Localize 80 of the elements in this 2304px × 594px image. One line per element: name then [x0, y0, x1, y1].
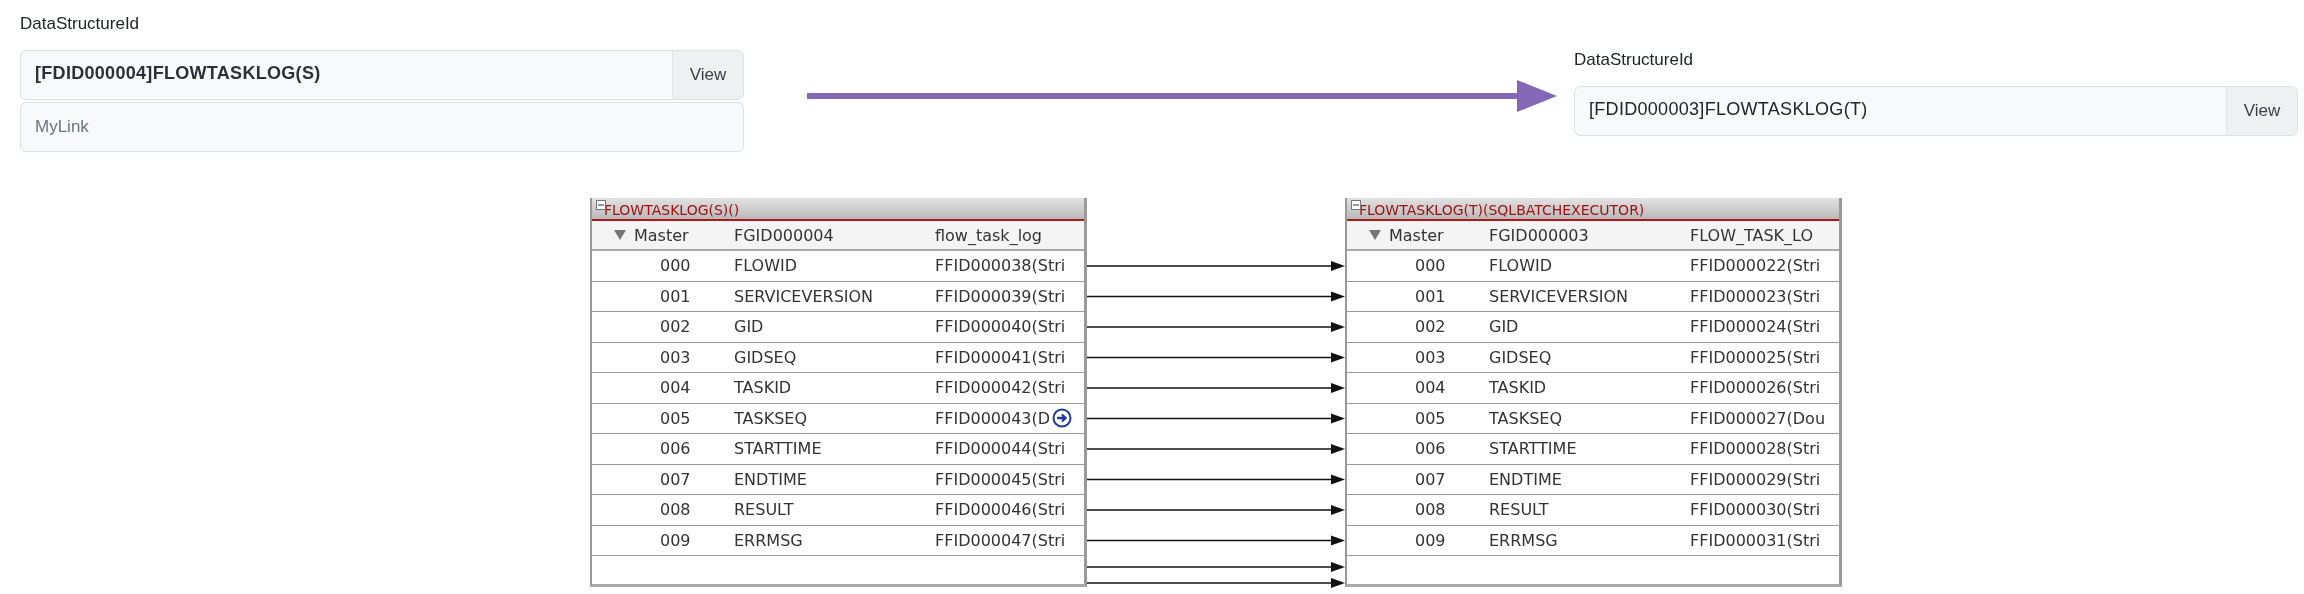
table-cell: RESULT	[734, 500, 794, 520]
table-cell: 005	[660, 408, 691, 428]
table-cell: TASKSEQ	[1489, 408, 1562, 428]
table-cell: ERRMSG	[734, 530, 803, 550]
view-button[interactable]: View	[2226, 87, 2297, 135]
table-cell: FFID000042(Stri	[935, 378, 1066, 398]
table-cell: FFID000025(Stri	[1690, 347, 1821, 367]
table-cell: 001	[1415, 286, 1446, 306]
table-cell: FLOW_TASK_LO	[1690, 225, 1814, 245]
table-cell: 004	[660, 378, 691, 398]
view-button[interactable]: View	[672, 51, 743, 99]
expand-triangle-icon[interactable]	[614, 230, 626, 240]
table-cell: FFID000046(Stri	[935, 500, 1066, 520]
table-cell: FLOWID	[1489, 256, 1552, 276]
table-cell: GID	[1489, 317, 1519, 337]
table-cell: 000	[660, 256, 691, 276]
table-cell: 003	[660, 347, 691, 367]
structure-field[interactable]: [FDID000003]FLOWTASKLOG(T) View	[1574, 86, 2298, 136]
table-cell: FFID000041(Stri	[935, 347, 1066, 367]
table-cell: Master	[1389, 225, 1444, 245]
table-cell: FGID000003	[1489, 225, 1589, 245]
table-cell: FFID000038(Stri	[935, 256, 1066, 276]
table-cell: FFID000045(Stri	[935, 469, 1066, 489]
collapse-icon[interactable]	[596, 200, 606, 210]
table-cell: RESULT	[1489, 500, 1549, 520]
table-cell: FFID000030(Stri	[1690, 500, 1821, 520]
collapse-icon[interactable]	[1351, 200, 1361, 210]
table-cell: 009	[1415, 530, 1446, 550]
table-cell: FFID000027(Dou	[1690, 408, 1825, 428]
table-cell: 002	[1415, 317, 1446, 337]
table-cell: ERRMSG	[1489, 530, 1558, 550]
structure-field[interactable]: [FDID000004]FLOWTASKLOG(S) View	[20, 50, 744, 100]
table-cell: FFID000022(Stri	[1690, 256, 1821, 276]
table-cell: 007	[660, 469, 691, 489]
table-cell: 008	[660, 500, 691, 520]
table-cell: STARTTIME	[1489, 439, 1577, 459]
table-cell: ENDTIME	[1489, 469, 1562, 489]
table-cell: GIDSEQ	[734, 347, 797, 367]
table-cell: 002	[660, 317, 691, 337]
table-cell: GID	[734, 317, 764, 337]
field-label: DataStructureId	[20, 13, 141, 35]
table-cell: 003	[1415, 347, 1446, 367]
table-cell: FFID000043(D	[935, 408, 1051, 428]
table-cell: FFID000026(Stri	[1690, 378, 1821, 398]
table-cell: TASKID	[734, 378, 792, 398]
table-cell: FFID000024(Stri	[1690, 317, 1821, 337]
table-cell: FFID000040(Stri	[935, 317, 1066, 337]
table-cell: 000	[1415, 256, 1446, 276]
table-cell: 007	[1415, 469, 1446, 489]
table-cell: 008	[1415, 500, 1446, 520]
table-cell: STARTTIME	[734, 439, 822, 459]
table-cell: ENDTIME	[734, 469, 807, 489]
table-cell: 004	[1415, 378, 1446, 398]
expand-triangle-icon[interactable]	[1369, 230, 1381, 240]
table-cell: FFID000039(Stri	[935, 286, 1066, 306]
table-cell: FLOWID	[734, 256, 797, 276]
table-cell: SERVICEVERSION	[734, 286, 874, 306]
table-cell: FFID000031(Stri	[1690, 530, 1821, 550]
table-title: FLOWTASKLOG(S)()	[604, 201, 740, 219]
arrow-circle-icon[interactable]	[1052, 408, 1073, 429]
table-cell: FFID000044(Stri	[935, 439, 1066, 459]
table-cell: flow_task_log	[935, 225, 1043, 245]
table-cell: TASKSEQ	[734, 408, 807, 428]
table-cell: FFID000047(Stri	[935, 530, 1066, 550]
table-cell: 006	[1415, 439, 1446, 459]
table-cell: 001	[660, 286, 691, 306]
table-cell: Master	[634, 225, 689, 245]
table-cell: FFID000028(Stri	[1690, 439, 1821, 459]
table-cell: 009	[660, 530, 691, 550]
table-cell: SERVICEVERSION	[1489, 286, 1629, 306]
table-cell: TASKID	[1489, 378, 1547, 398]
table-cell: 005	[1415, 408, 1446, 428]
table-cell: FFID000029(Stri	[1690, 469, 1821, 489]
table-cell: FFID000023(Stri	[1690, 286, 1821, 306]
field-label: DataStructureId	[1574, 49, 1695, 71]
table-cell: 006	[660, 439, 691, 459]
table-title: FLOWTASKLOG(T)(SQLBATCHEXECUTOR)	[1359, 201, 1645, 219]
table-cell: GIDSEQ	[1489, 347, 1552, 367]
link-field[interactable]: MyLink	[20, 102, 744, 152]
table-cell: FGID000004	[734, 225, 834, 245]
